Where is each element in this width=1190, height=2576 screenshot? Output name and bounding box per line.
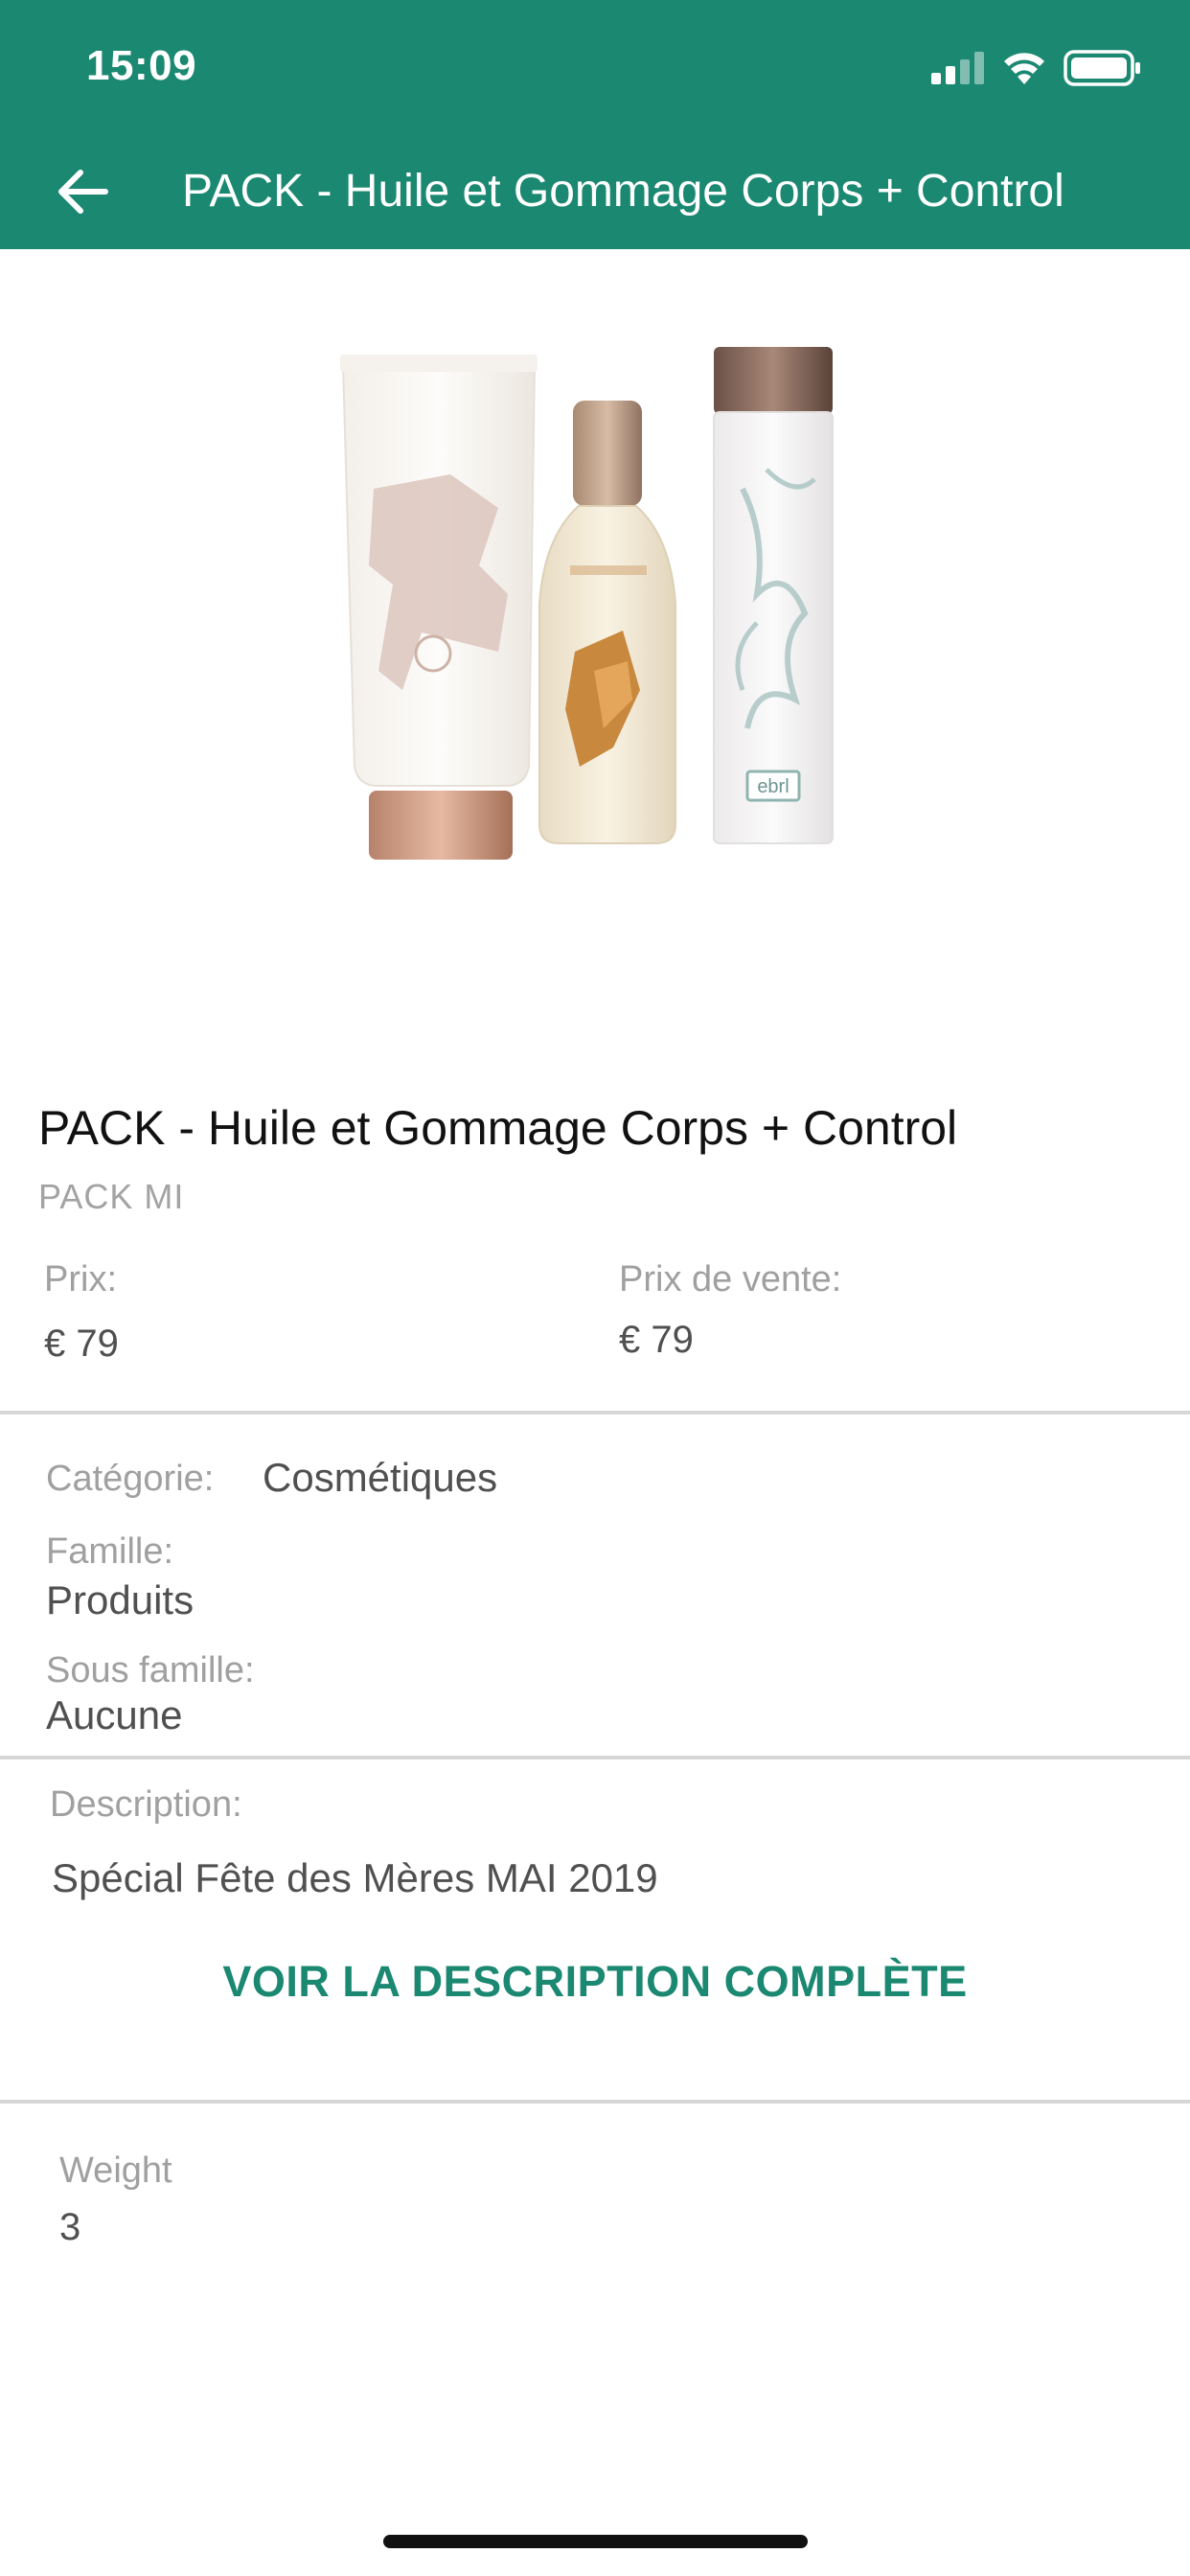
subfamily-value: Aucune [46, 1692, 183, 1737]
category-label: Catégorie: [46, 1459, 215, 1499]
product-reference: PACK MI [38, 1177, 185, 1216]
battery-icon [1064, 50, 1140, 86]
price-label: Prix: [44, 1259, 117, 1300]
product-photo: ebrl [340, 347, 834, 860]
sale-price-value: € 79 [619, 1319, 694, 1361]
subfamily-label: Sous famille: [46, 1650, 255, 1690]
price-value: € 79 [44, 1322, 119, 1365]
category-value: Cosmétiques [263, 1455, 498, 1500]
weight-value: 3 [59, 2206, 81, 2248]
divider [0, 1411, 1190, 1414]
home-indicator[interactable] [383, 2535, 808, 2548]
product-image: ebrl [0, 249, 1190, 1016]
back-button[interactable] [56, 163, 123, 220]
divider [0, 1756, 1190, 1760]
product-title: PACK - Huile et Gommage Corps + Control [38, 1101, 958, 1155]
bottle-brand-label: ebrl [757, 776, 789, 797]
see-full-description-button[interactable]: VOIR LA DESCRIPTION COMPLÈTE [0, 1957, 1190, 2007]
app-header: 15:09 PACK - Huile et Gommage Corps + Co… [0, 0, 1190, 249]
family-value: Produits [46, 1577, 195, 1622]
description-label: Description: [50, 1784, 242, 1825]
wifi-icon [1004, 53, 1044, 84]
weight-label: Weight [59, 2150, 172, 2191]
page-title: PACK - Huile et Gommage Corps + Control [182, 166, 1064, 217]
family-label: Famille: [46, 1531, 174, 1572]
description-value: Spécial Fête des Mères MAI 2019 [52, 1855, 658, 1900]
cellular-signal-icon [931, 52, 984, 84]
divider [0, 2100, 1190, 2104]
status-time: 15:09 [86, 42, 197, 89]
arrow-left-icon [58, 170, 108, 214]
status-icons [931, 50, 1142, 86]
sale-price-label: Prix de vente: [619, 1259, 842, 1300]
